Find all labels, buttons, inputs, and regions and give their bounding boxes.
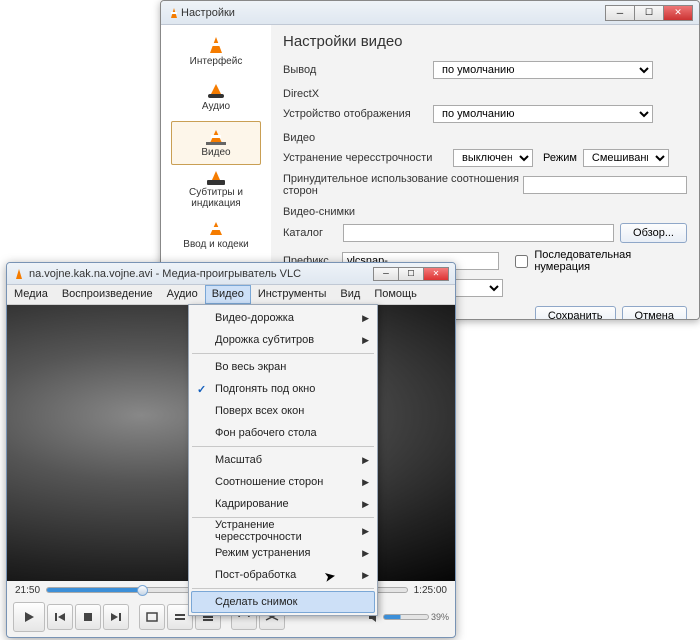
sidebar-label: Интерфейс — [190, 56, 243, 67]
submenu-arrow-icon: ▶ — [362, 499, 369, 510]
play-button[interactable] — [13, 602, 45, 632]
menu-item[interactable]: Дорожка субтитров▶ — [191, 329, 375, 351]
sidebar-label: Субтитры и индикация — [172, 187, 260, 209]
minimize-button[interactable]: ─ — [373, 267, 399, 281]
check-icon: ✓ — [197, 383, 206, 396]
player-menubar: Медиа Воспроизведение Аудио Видео Инстру… — [7, 285, 455, 305]
menu-item[interactable]: Масштаб▶ — [191, 449, 375, 471]
menu-help[interactable]: Помощь — [367, 285, 424, 304]
sidebar-label: Ввод и кодеки — [183, 239, 248, 250]
submenu-arrow-icon: ▶ — [362, 570, 369, 581]
catalog-input[interactable] — [343, 224, 614, 242]
display-device-label: Устройство отображения — [283, 108, 433, 120]
browse-button[interactable]: Обзор... — [620, 223, 687, 243]
cancel-button[interactable]: Отмена — [622, 306, 687, 320]
menu-item[interactable]: Пост-обработка▶ — [191, 564, 375, 586]
menu-item[interactable]: Во весь экран — [191, 356, 375, 378]
sidebar-item-interface[interactable]: Интерфейс — [171, 29, 261, 73]
prev-button[interactable] — [47, 604, 73, 630]
section-snapshots: Видео-снимки — [283, 206, 687, 218]
menu-view[interactable]: Вид — [333, 285, 367, 304]
seq-checkbox[interactable] — [515, 255, 528, 268]
time-total: 1:25:00 — [414, 585, 447, 596]
catalog-label: Каталог — [283, 227, 343, 239]
sidebar-item-audio[interactable]: Аудио — [171, 75, 261, 119]
input-icon — [205, 220, 227, 238]
fullscreen-button[interactable] — [139, 604, 165, 630]
time-current: 21:50 — [15, 585, 40, 596]
video-icon — [205, 128, 227, 146]
submenu-arrow-icon: ▶ — [362, 335, 369, 346]
menu-item[interactable]: Подгонять под окно✓ — [191, 378, 375, 400]
force-ar-label: Принудительное использование соотношения… — [283, 173, 523, 197]
seek-fill — [47, 588, 140, 592]
section-directx: DirectX — [283, 88, 687, 100]
output-select[interactable]: по умолчанию — [433, 61, 653, 79]
mode-label: Режим — [543, 152, 577, 164]
vlc-cone-icon — [167, 6, 181, 20]
volume-slider[interactable] — [383, 614, 429, 620]
settings-title: Настройки — [181, 7, 235, 19]
menu-media[interactable]: Медиа — [7, 285, 55, 304]
menu-separator — [192, 446, 374, 447]
close-button[interactable]: ✕ — [663, 5, 693, 21]
sidebar-item-input[interactable]: Ввод и кодеки — [171, 213, 261, 257]
video-dropdown: Видео-дорожка▶Дорожка субтитров▶ Во весь … — [188, 304, 378, 616]
submenu-arrow-icon: ▶ — [362, 548, 369, 559]
close-button[interactable]: ✕ — [423, 267, 449, 281]
speaker-icon — [205, 82, 227, 100]
menu-item[interactable]: Устранение чересстрочности▶ — [191, 520, 375, 542]
sidebar-label: Аудио — [202, 101, 230, 112]
menu-item[interactable]: Режим устранения▶ — [191, 542, 375, 564]
maximize-button[interactable]: ☐ — [398, 267, 424, 281]
menu-playback[interactable]: Воспроизведение — [55, 285, 160, 304]
menu-separator — [192, 588, 374, 589]
player-title: na.vojne.kak.na.vojne.avi - Медиа-проигр… — [29, 268, 301, 280]
menu-separator — [192, 517, 374, 518]
menu-separator — [192, 353, 374, 354]
deinterlace-select[interactable]: выключено — [453, 149, 533, 167]
player-titlebar[interactable]: na.vojne.kak.na.vojne.avi - Медиа-проигр… — [7, 263, 455, 285]
minimize-button[interactable]: ─ — [605, 5, 635, 21]
sidebar-label: Видео — [201, 147, 230, 158]
stop-button[interactable] — [75, 604, 101, 630]
menu-item[interactable]: Видео-дорожка▶ — [191, 307, 375, 329]
menu-item[interactable]: Поверх всех окон — [191, 400, 375, 422]
menu-video[interactable]: Видео — [205, 285, 251, 304]
menu-item[interactable]: Сделать снимок — [191, 591, 375, 613]
menu-audio[interactable]: Аудио — [160, 285, 205, 304]
vlc-cone-icon — [13, 268, 25, 280]
seek-knob[interactable] — [137, 585, 148, 596]
submenu-arrow-icon: ▶ — [362, 313, 369, 324]
maximize-button[interactable]: ☐ — [634, 5, 664, 21]
volume-label: 39% — [431, 612, 449, 622]
seq-checkbox-wrap[interactable]: Последовательная нумерация — [511, 249, 687, 273]
menu-item[interactable]: Кадрирование▶ — [191, 493, 375, 515]
mode-select[interactable]: Смешивание — [583, 149, 669, 167]
submenu-arrow-icon: ▶ — [362, 477, 369, 488]
menu-item[interactable]: Фон рабочего стола — [191, 422, 375, 444]
display-device-select[interactable]: по умолчанию — [433, 105, 653, 123]
sidebar-item-video[interactable]: Видео — [171, 121, 261, 165]
settings-titlebar[interactable]: Настройки ─ ☐ ✕ — [161, 1, 699, 25]
submenu-arrow-icon: ▶ — [362, 455, 369, 466]
section-video: Видео — [283, 132, 687, 144]
output-label: Вывод — [283, 64, 433, 76]
page-title: Настройки видео — [283, 33, 687, 50]
submenu-arrow-icon: ▶ — [362, 526, 369, 537]
sidebar-item-subtitles[interactable]: Субтитры и индикация — [171, 167, 261, 211]
deinterlace-label: Устранение чересстрочности — [283, 152, 453, 164]
save-button[interactable]: Сохранить — [535, 306, 616, 320]
subtitle-icon — [205, 170, 227, 186]
next-button[interactable] — [103, 604, 129, 630]
menu-tools[interactable]: Инструменты — [251, 285, 334, 304]
cone-icon — [205, 35, 227, 55]
menu-item[interactable]: Соотношение сторон▶ — [191, 471, 375, 493]
force-ar-input[interactable] — [523, 176, 687, 194]
